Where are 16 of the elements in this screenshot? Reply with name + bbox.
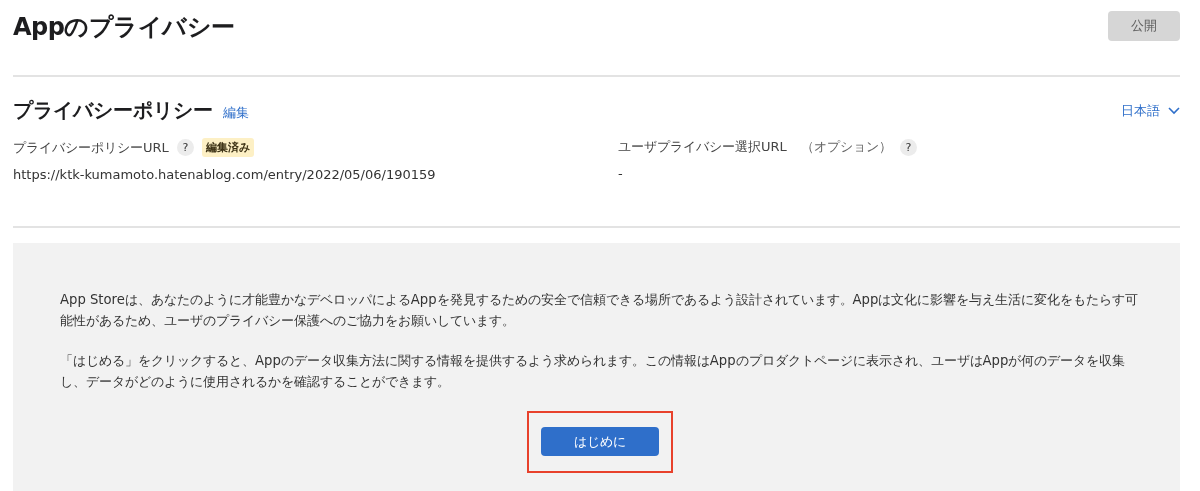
field-value: https://ktk-kumamoto.hatenablog.com/entry/2022/05/06/190159 <box>13 167 437 182</box>
field-value: - <box>618 166 624 181</box>
language-selector[interactable]: 日本語 <box>1121 101 1160 120</box>
optional-note: （オプション） <box>800 138 892 156</box>
help-button[interactable]: ? <box>899 138 917 156</box>
section-heading: プライバシーポリシー <box>13 97 213 124</box>
help-button[interactable]: ? <box>176 139 194 156</box>
status-badge: 編集済み <box>201 138 254 157</box>
field-label: プライバシーポリシーURL <box>13 138 169 157</box>
chevron-down-icon[interactable] <box>1168 106 1180 115</box>
info-paragraph: App Storeは、あなたのように才能豊かなデベロッパによるAppを発見するための安全で信頼できる場所であるよう設計されています。Appは文化に影響を与え生活に変化をもたらす可能性があるため、ユーザのプライバシー保護へのご協力をお願いしています。 <box>60 291 1140 330</box>
edit-link[interactable]: 編集 <box>223 104 249 122</box>
page-title: Appのプライバシー <box>13 12 235 43</box>
info-paragraph: 「はじめる」をクリックすると、Appのデータ収集方法に関する情報を提供するよう求められます。この情報はAppのプロダクトページに表示され、ユーザはAppが何のデータを収集し、データがどのように使用されるかを確認することができます。 <box>60 352 1127 391</box>
field-label: ユーザプライバシー選択URL <box>618 138 787 156</box>
start-button[interactable]: はじめに <box>541 427 659 456</box>
